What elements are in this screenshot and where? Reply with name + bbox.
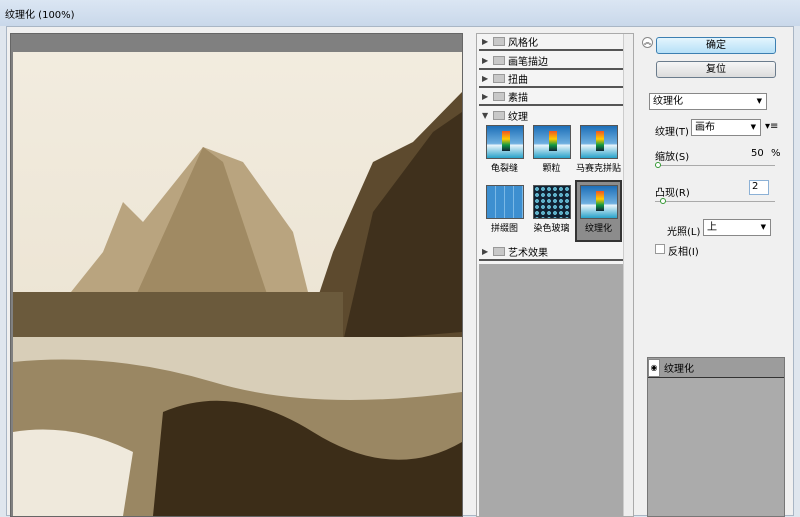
invert-label[interactable]: 反相(I) (668, 243, 699, 258)
filter-select-value: 纹理化 (653, 96, 683, 107)
folder-icon (493, 74, 505, 83)
filter-mosaic-tiles[interactable]: 马赛克拼贴 (576, 122, 621, 182)
scale-label: 缩放(S) (655, 152, 690, 163)
chevron-down-icon: ▼ (760, 223, 766, 231)
filter-patchwork[interactable]: 拼缀图 (482, 182, 527, 242)
collapse-arrow-icon[interactable]: ▼ (482, 111, 490, 120)
texture-select[interactable]: 画布 ▼ (691, 119, 761, 136)
slider-handle[interactable] (655, 162, 661, 168)
filter-list-panel: ▶ 风格化 ▶ 画笔描边 ▶ 扭曲 ▶ 素描 ▼ 纹理 龟裂缝 颗粒 马赛克拼贴 拼缀图 … (476, 33, 634, 517)
category-label: 扭曲 (508, 75, 528, 86)
texture-menu-icon[interactable]: ▾≡ (765, 121, 778, 132)
category-artistic[interactable]: ▶ 艺术效果 (479, 244, 623, 261)
folder-icon (493, 247, 505, 256)
scale-unit: % (771, 148, 781, 159)
relief-slider[interactable] (655, 198, 775, 204)
filter-stained-glass[interactable]: 染色玻璃 (529, 182, 574, 242)
category-label: 艺术效果 (508, 248, 548, 259)
chevron-down-icon: ▼ (750, 123, 756, 131)
layer-label: 纹理化 (664, 364, 694, 375)
thumbnail (579, 125, 618, 159)
expand-arrow-icon[interactable]: ▶ (482, 56, 490, 65)
expand-arrow-icon[interactable]: ▶ (482, 37, 490, 46)
expand-arrow-icon[interactable]: ▶ (482, 74, 490, 83)
category-label: 素描 (508, 93, 528, 104)
texture-value: 画布 (695, 122, 715, 133)
filter-label: 纹理化 (584, 224, 612, 234)
category-brush-strokes[interactable]: ▶ 画笔描边 (479, 53, 623, 70)
thumbnail (485, 185, 524, 219)
category-label: 画笔描边 (508, 57, 548, 68)
expand-arrow-icon[interactable]: ▶ (482, 92, 490, 101)
ok-button[interactable]: 确定 (656, 37, 776, 54)
slider-handle[interactable] (659, 198, 666, 204)
window-title: 纹理化 (100%) (5, 10, 75, 21)
light-label: 光照(L) (667, 227, 701, 238)
eye-icon[interactable]: ◉ (648, 358, 660, 377)
filter-craquelure[interactable]: 龟裂缝 (482, 122, 527, 182)
collapse-icon[interactable]: ︽ (642, 37, 653, 48)
preview-image (13, 52, 462, 516)
category-label: 纹理 (508, 112, 528, 123)
scale-slider[interactable] (655, 162, 775, 168)
filter-texturizer-selected[interactable]: 纹理化 (575, 180, 622, 242)
filter-label: 龟裂缝 (490, 164, 518, 174)
category-distort[interactable]: ▶ 扭曲 (479, 71, 623, 88)
reset-button[interactable]: 复位 (656, 61, 776, 78)
filter-grain[interactable]: 颗粒 (529, 122, 574, 182)
filter-label: 颗粒 (542, 164, 561, 174)
thumbnail (485, 125, 524, 159)
filter-label: 马赛克拼贴 (576, 164, 622, 174)
chevron-down-icon: ▼ (756, 97, 762, 105)
filter-label: 染色玻璃 (533, 224, 570, 234)
scale-value[interactable]: 50 (751, 148, 764, 159)
expand-arrow-icon[interactable]: ▶ (482, 247, 490, 256)
relief-label: 凸现(R) (655, 188, 690, 199)
category-sketch[interactable]: ▶ 素描 (479, 89, 623, 106)
folder-icon (493, 37, 505, 46)
filter-gallery-dialog: ▶ 风格化 ▶ 画笔描边 ▶ 扭曲 ▶ 素描 ▼ 纹理 龟裂缝 颗粒 马赛克拼贴 拼缀图 … (6, 26, 794, 517)
thumbnail (579, 185, 618, 219)
folder-icon (493, 56, 505, 65)
category-stylize[interactable]: ▶ 风格化 (479, 34, 623, 51)
thumbnail (532, 185, 571, 219)
filter-select[interactable]: 纹理化 ▼ (649, 93, 767, 110)
texture-thumbnails: 龟裂缝 颗粒 马赛克拼贴 拼缀图 染色玻璃 纹理化 (479, 122, 623, 250)
filter-label: 拼缀图 (490, 224, 518, 234)
thumbnail (532, 125, 571, 159)
settings-panel: ︽ 确定 复位 纹理化 ▼ 纹理(T) 画布 ▼ ▾≡ 缩放(S) 50 % 凸现(… (641, 33, 787, 517)
preview-pane[interactable] (10, 33, 463, 517)
effect-layer[interactable]: ◉ 纹理化 (648, 358, 784, 378)
folder-icon (493, 111, 505, 120)
title-bar: 纹理化 (100%) (0, 0, 800, 26)
light-select[interactable]: 上 ▼ (703, 219, 771, 236)
light-value: 上 (707, 222, 717, 233)
invert-checkbox[interactable] (655, 244, 665, 254)
category-label: 风格化 (508, 38, 538, 49)
scrollbar[interactable] (623, 34, 633, 516)
empty-area (479, 264, 623, 516)
relief-input[interactable]: 2 (749, 180, 769, 195)
folder-icon (493, 92, 505, 101)
texture-label: 纹理(T) (655, 127, 689, 138)
effect-layers-panel: ◉ 纹理化 (647, 357, 785, 517)
